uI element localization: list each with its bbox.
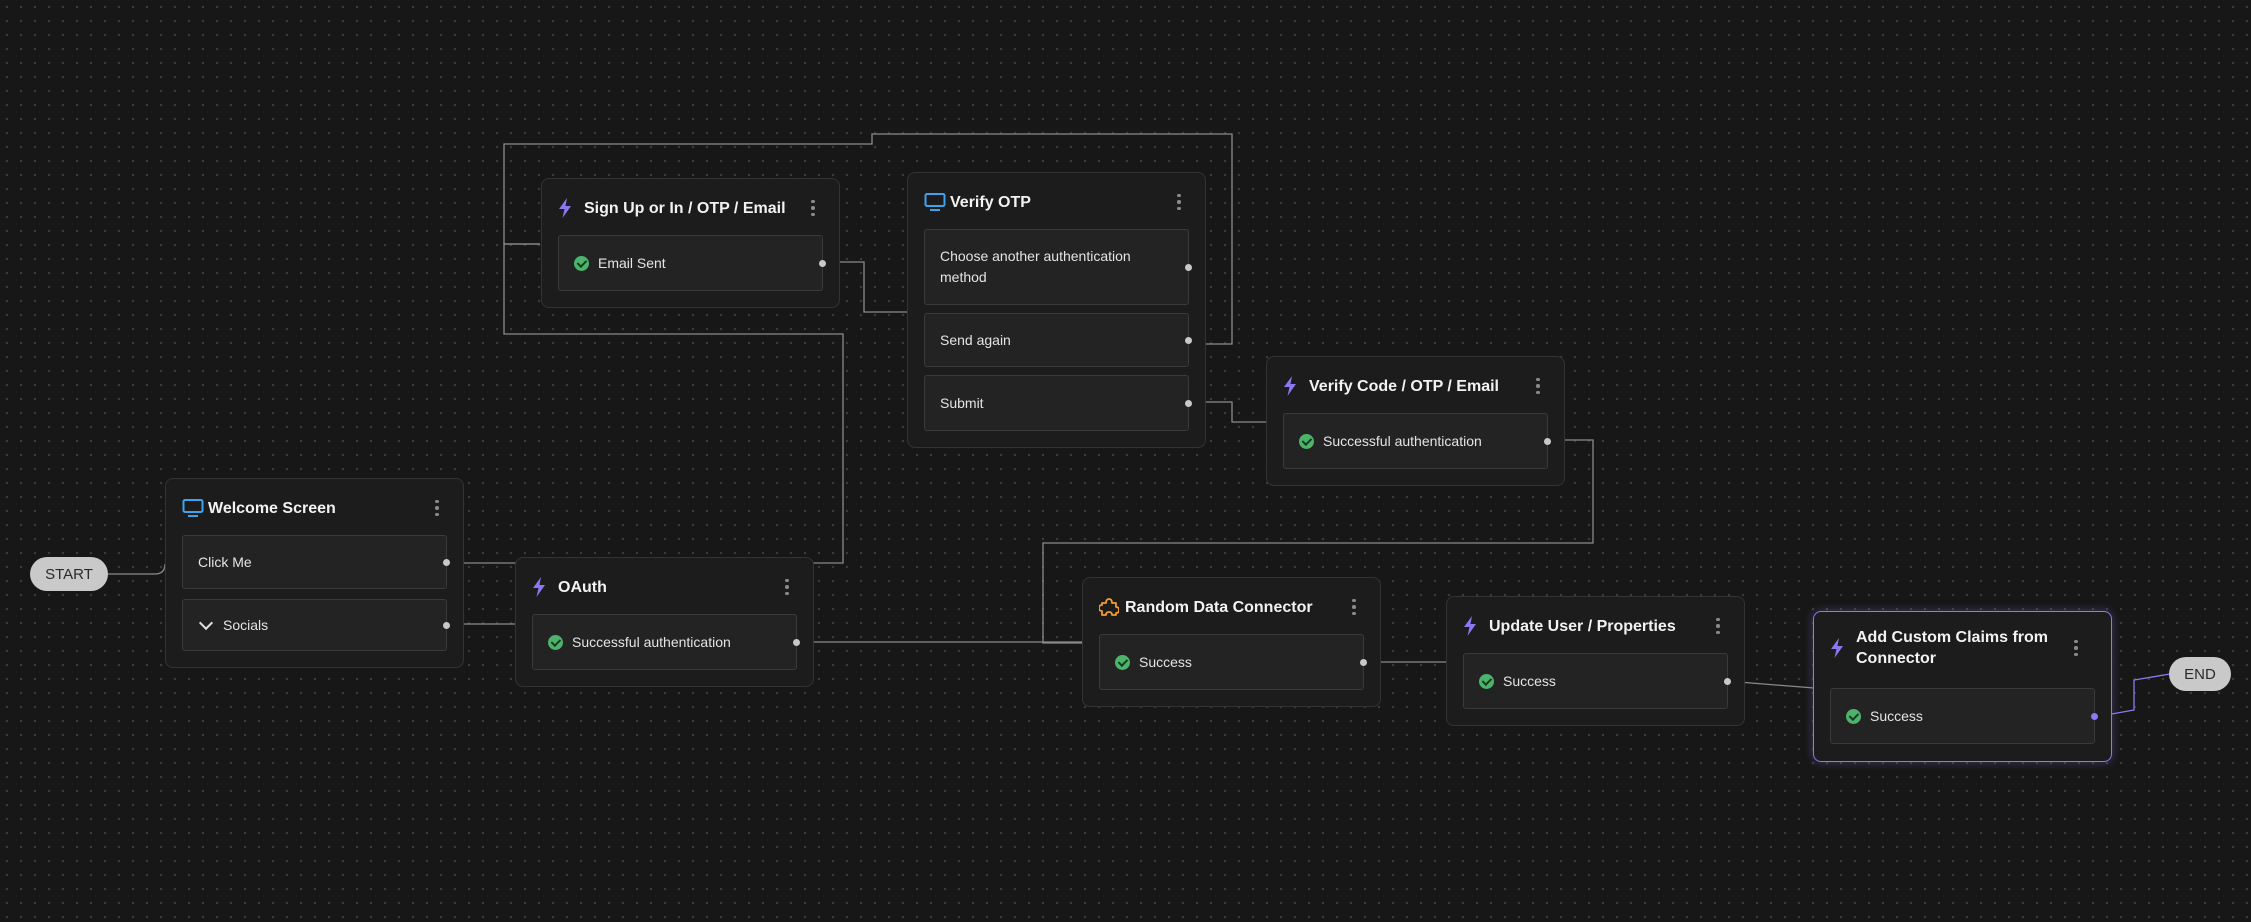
more-options-icon[interactable] xyxy=(1528,374,1548,398)
node-output-success[interactable]: Success xyxy=(1099,634,1367,690)
row-label: Click Me xyxy=(198,554,252,570)
output-handle[interactable] xyxy=(1544,437,1551,445)
node-verify-otp[interactable]: Verify OTP Choose another authentication… xyxy=(907,172,1206,448)
node-header: Random Data Connector xyxy=(1099,594,1364,620)
row-label: Socials xyxy=(223,617,269,633)
node-output-click-me[interactable]: Click Me xyxy=(182,535,450,589)
node-sign-up-otp-email[interactable]: Sign Up or In / OTP / Email Email Sent xyxy=(541,178,840,308)
node-output-successful-authentication[interactable]: Successful authentication xyxy=(532,614,800,670)
node-title: Random Data Connector xyxy=(1125,598,1313,616)
lightning-icon xyxy=(1830,635,1856,661)
check-circle-icon xyxy=(1115,654,1130,670)
more-options-icon[interactable] xyxy=(1708,614,1728,638)
node-output-email-sent[interactable]: Email Sent xyxy=(558,235,826,291)
row-label: Success xyxy=(1503,673,1556,689)
lightning-icon xyxy=(1283,373,1309,399)
more-options-icon[interactable] xyxy=(1169,190,1189,214)
more-options-icon[interactable] xyxy=(1344,595,1364,619)
chevron-down-icon xyxy=(198,615,214,631)
more-options-icon[interactable] xyxy=(427,496,447,520)
node-header: Sign Up or In / OTP / Email xyxy=(558,195,823,221)
node-random-data-connector[interactable]: Random Data Connector Success xyxy=(1082,577,1381,707)
lightning-icon xyxy=(558,195,584,221)
node-output-send-again[interactable]: Send again xyxy=(924,313,1192,367)
node-output-socials[interactable]: Socials xyxy=(182,599,450,651)
start-node[interactable]: START xyxy=(30,557,108,591)
output-handle[interactable] xyxy=(1360,658,1367,666)
row-label: Successful authentication xyxy=(1323,433,1482,449)
check-circle-icon xyxy=(574,255,589,271)
node-title: OAuth xyxy=(558,578,607,596)
monitor-icon xyxy=(182,495,208,521)
node-header: Update User / Properties xyxy=(1463,613,1728,639)
end-label: END xyxy=(2184,665,2216,683)
row-label: Success xyxy=(1870,708,1923,724)
node-title: Add Custom Claims from Connector xyxy=(1856,629,2049,667)
node-output-success[interactable]: Success xyxy=(1830,688,2098,744)
node-header: Verify Code / OTP / Email xyxy=(1283,373,1548,399)
node-title: Update User / Properties xyxy=(1489,617,1676,635)
node-output-success[interactable]: Success xyxy=(1463,653,1731,709)
node-oauth[interactable]: OAuth Successful authentication xyxy=(515,557,814,687)
node-verify-code-otp-email[interactable]: Verify Code / OTP / Email Successful aut… xyxy=(1266,356,1565,486)
row-label: Submit xyxy=(940,395,984,411)
node-output-successful-authentication[interactable]: Successful authentication xyxy=(1283,413,1551,469)
lightning-icon xyxy=(1463,613,1489,639)
node-title: Verify Code / OTP / Email xyxy=(1309,377,1499,395)
check-circle-icon xyxy=(1479,673,1494,689)
end-node[interactable]: END xyxy=(2169,657,2231,691)
more-options-icon[interactable] xyxy=(803,196,823,220)
more-options-icon[interactable] xyxy=(777,575,797,599)
node-header: Verify OTP xyxy=(924,189,1189,215)
row-label: Success xyxy=(1139,654,1192,670)
flow-connections xyxy=(107,133,2171,718)
puzzle-icon xyxy=(1099,594,1125,620)
node-add-custom-claims[interactable]: Add Custom Claims from Connector Success xyxy=(1813,611,2112,762)
output-handle[interactable] xyxy=(443,558,450,566)
monitor-icon xyxy=(924,189,950,215)
check-circle-icon xyxy=(548,634,563,650)
node-title: Welcome Screen xyxy=(208,499,336,517)
more-options-icon[interactable] xyxy=(2066,636,2086,660)
output-handle[interactable] xyxy=(819,259,826,267)
edge-start-welcome xyxy=(107,563,166,575)
output-handle[interactable] xyxy=(2091,712,2098,720)
node-title: Verify OTP xyxy=(950,193,1031,211)
node-header: Welcome Screen xyxy=(182,495,447,521)
node-output-submit[interactable]: Submit xyxy=(924,375,1192,431)
row-label: Email Sent xyxy=(598,255,666,271)
row-label: Choose another authentication method xyxy=(940,248,1131,285)
node-welcome-screen[interactable]: Welcome Screen Click Me Socials xyxy=(165,478,464,668)
output-handle[interactable] xyxy=(1185,399,1192,407)
output-handle[interactable] xyxy=(1185,336,1192,344)
start-label: START xyxy=(45,565,93,583)
row-label: Successful authentication xyxy=(572,634,731,650)
node-title: Sign Up or In / OTP / Email xyxy=(584,199,786,217)
node-header: Add Custom Claims from Connector xyxy=(1830,626,2095,670)
output-handle[interactable] xyxy=(443,621,450,629)
check-circle-icon xyxy=(1846,708,1861,724)
output-handle[interactable] xyxy=(793,638,800,646)
node-update-user-properties[interactable]: Update User / Properties Success xyxy=(1446,596,1745,726)
node-header: OAuth xyxy=(532,574,797,600)
lightning-icon xyxy=(532,574,558,600)
check-circle-icon xyxy=(1299,433,1314,449)
node-output-choose-method[interactable]: Choose another authentication method xyxy=(924,229,1192,305)
row-label: Send again xyxy=(940,332,1011,348)
output-handle[interactable] xyxy=(1724,677,1731,685)
output-handle[interactable] xyxy=(1185,263,1192,271)
